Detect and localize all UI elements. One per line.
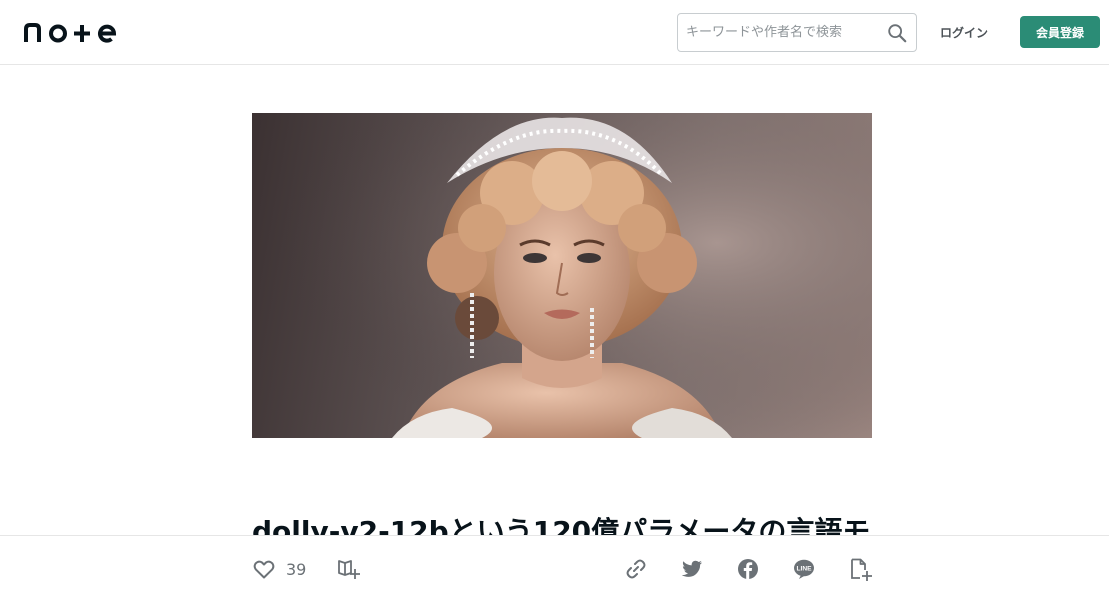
line-icon[interactable]: LINE — [792, 557, 816, 581]
hero-image — [252, 113, 872, 438]
search-icon[interactable] — [886, 22, 908, 44]
embed-icon[interactable] — [848, 557, 872, 581]
svg-text:LINE: LINE — [796, 565, 812, 572]
login-button[interactable]: ログイン — [928, 16, 1000, 48]
like-count: 39 — [286, 559, 307, 579]
facebook-icon[interactable] — [736, 557, 760, 581]
article-action-bar: 39 LINE — [0, 535, 1109, 600]
magazine-add-icon[interactable] — [336, 557, 360, 581]
heart-icon[interactable] — [252, 557, 276, 581]
note-logo[interactable] — [24, 20, 124, 44]
search-box[interactable] — [677, 13, 917, 52]
search-input[interactable] — [686, 14, 882, 51]
like-button[interactable]: 39 — [252, 557, 306, 581]
signup-button[interactable]: 会員登録 — [1020, 16, 1100, 48]
link-icon[interactable] — [624, 557, 648, 581]
twitter-icon[interactable] — [680, 557, 704, 581]
site-header: ログイン 会員登録 — [0, 0, 1109, 65]
